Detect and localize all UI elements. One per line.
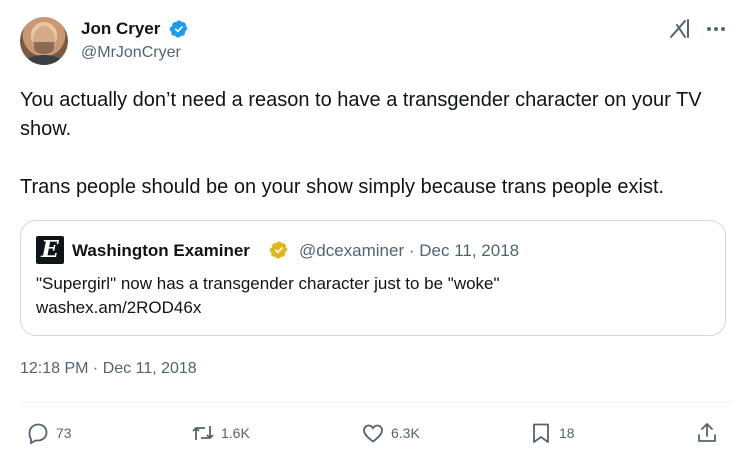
bookmark-icon	[533, 423, 549, 443]
like-count: 6.3K	[391, 425, 420, 441]
author-handle[interactable]: @MrJonCryer	[81, 43, 181, 63]
more-icon[interactable]	[706, 22, 726, 36]
grok-icon[interactable]	[668, 17, 692, 41]
tweet-timestamp[interactable]: 12:18 PM · Dec 11, 2018	[20, 358, 197, 380]
share-button[interactable]	[695, 420, 725, 446]
like-icon	[363, 424, 383, 443]
verified-gold-badge-icon	[269, 241, 288, 259]
quote-handle-date: @dcexaminer · Dec 11, 2018	[299, 241, 520, 260]
quoted-tweet[interactable]: E Washington Examiner @dcexaminer · Dec …	[20, 220, 726, 336]
bookmark-count: 18	[559, 425, 575, 441]
repost-icon	[192, 426, 214, 440]
quote-author-name: Washington Examiner	[72, 241, 250, 260]
divider	[20, 402, 731, 403]
avatar[interactable]	[20, 17, 68, 65]
reply-count: 73	[56, 425, 72, 441]
tweet-text: You actually don’t need a reason to have…	[20, 89, 702, 198]
repost-count: 1.6K	[221, 425, 250, 441]
verified-badge-icon	[169, 20, 188, 38]
bookmark-button[interactable]: 18	[529, 420, 575, 446]
share-icon	[698, 423, 716, 442]
author-name[interactable]: Jon Cryer	[81, 18, 160, 40]
reply-button[interactable]: 73	[26, 420, 72, 446]
like-button[interactable]: 6.3K	[361, 420, 420, 446]
repost-button[interactable]: 1.6K	[191, 420, 250, 446]
quote-avatar: E	[36, 236, 64, 264]
reply-icon	[28, 423, 48, 445]
quote-text: "Supergirl" now has a transgender charac…	[36, 274, 500, 317]
